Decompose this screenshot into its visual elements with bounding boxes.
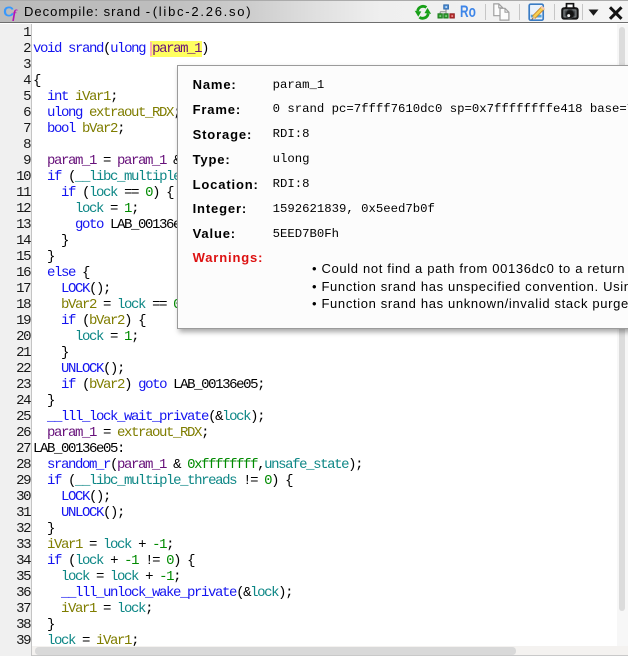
svg-text:f: f — [12, 7, 18, 21]
